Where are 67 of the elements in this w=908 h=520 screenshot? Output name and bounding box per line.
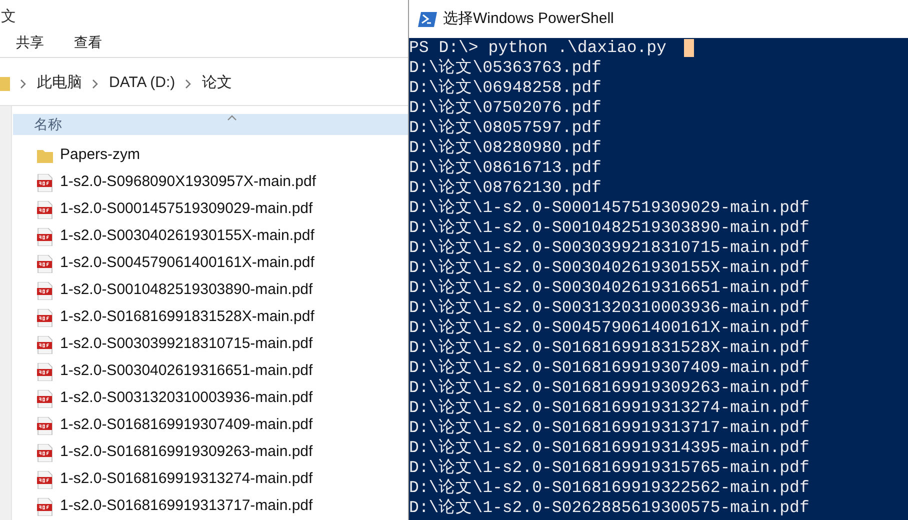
pdf-file-icon: [37, 416, 53, 434]
file-name[interactable]: 1-s2.0-S0030399218310715-main.pdf: [60, 333, 313, 356]
pdf-file-icon: [37, 470, 53, 488]
chevron-icon: [92, 78, 99, 88]
pdf-file-icon: [37, 308, 53, 326]
ribbon-tab[interactable]: 共享: [16, 32, 44, 53]
command-prompt: PS D:\> python .\daxiao.py: [409, 38, 666, 58]
output-line: D:\论文\1-s2.0-S0168169919314395-main.pdf: [409, 438, 810, 458]
output-line: D:\论文\1-s2.0-S003040261930155X-main.pdf: [409, 258, 810, 278]
output-line: D:\论文\1-s2.0-S016816991831528X-main.pdf: [409, 338, 810, 358]
file-name[interactable]: 1-s2.0-S0031320310003936-main.pdf: [60, 387, 313, 410]
pdf-file-icon: [37, 174, 53, 192]
output-line: D:\论文\1-s2.0-S0030399218310715-main.pdf: [409, 238, 810, 258]
output-line: D:\论文\1-s2.0-S0262885619300575-main.pdf: [409, 498, 810, 518]
pdf-file-icon: [37, 282, 53, 300]
pdf-file-icon: [37, 444, 53, 462]
pdf-file-icon: [37, 200, 53, 218]
output-line: D:\论文\1-s2.0-S0030402619316651-main.pdf: [409, 278, 810, 298]
output-line: D:\论文\1-s2.0-S0168169919309263-main.pdf: [409, 378, 810, 398]
pdf-file-icon: [37, 362, 53, 380]
output-line: D:\论文\07502076.pdf: [409, 98, 602, 118]
file-name[interactable]: 1-s2.0-S0168169919313717-main.pdf: [60, 495, 313, 518]
output-line: D:\论文\1-s2.0-S0001457519309029-main.pdf: [409, 198, 810, 218]
window-title: 文: [1, 6, 16, 26]
file-name[interactable]: 1-s2.0-S003040261930155X-main.pdf: [60, 225, 314, 248]
breadcrumb-item[interactable]: DATA (D:): [109, 72, 176, 95]
folder-icon: [37, 148, 53, 162]
powershell-icon: [418, 12, 437, 26]
output-line: D:\论文\1-s2.0-S0168169919307409-main.pdf: [409, 358, 810, 378]
file-name[interactable]: Papers-zym: [60, 144, 140, 167]
text-cursor: [684, 39, 694, 57]
pdf-file-icon: [37, 498, 53, 516]
output-line: D:\论文\1-s2.0-S0168169919322562-main.pdf: [409, 478, 810, 498]
file-name[interactable]: 1-s2.0-S0168169919307409-main.pdf: [60, 414, 313, 437]
output-line: D:\论文\06948258.pdf: [409, 78, 602, 98]
output-line: D:\论文\08280980.pdf: [409, 138, 602, 158]
window-title: 选择Windows PowerShell: [443, 8, 614, 29]
file-name[interactable]: 1-s2.0-S0030402619316651-main.pdf: [60, 360, 313, 383]
file-name[interactable]: 1-s2.0-S016816991831528X-main.pdf: [60, 306, 314, 329]
output-line: D:\论文\08057597.pdf: [409, 118, 602, 138]
pdf-file-icon: [37, 390, 53, 408]
breadcrumb-item[interactable]: 论文: [202, 72, 232, 95]
breadcrumb-item[interactable]: 此电脑: [37, 72, 82, 95]
column-header[interactable]: 名称: [13, 114, 408, 135]
chevron-icon: [185, 78, 192, 88]
ribbon-tab[interactable]: 查看: [74, 32, 102, 53]
pdf-file-icon: [37, 336, 53, 354]
output-line: D:\论文\1-s2.0-S0010482519303890-main.pdf: [409, 218, 810, 238]
sort-caret-icon: [227, 115, 237, 121]
file-name[interactable]: 1-s2.0-S0001457519309029-main.pdf: [60, 198, 313, 221]
output-line: D:\论文\05363763.pdf: [409, 58, 602, 78]
folder-icon: [0, 76, 10, 92]
file-name[interactable]: 1-s2.0-S0168169919313274-main.pdf: [60, 468, 313, 491]
pdf-file-icon: [37, 254, 53, 272]
output-line: D:\论文\1-s2.0-S0168169919313274-main.pdf: [409, 398, 810, 418]
file-name[interactable]: 1-s2.0-S0168169919309263-main.pdf: [60, 441, 313, 464]
pdf-file-icon: [37, 228, 53, 246]
output-line: D:\论文\08762130.pdf: [409, 178, 602, 198]
output-line: D:\论文\1-s2.0-S0168169919313717-main.pdf: [409, 418, 810, 438]
output-line: D:\论文\1-s2.0-S004579061400161X-main.pdf: [409, 318, 810, 338]
output-line: D:\论文\1-s2.0-S0031320310003936-main.pdf: [409, 298, 810, 318]
output-line: D:\论文\08616713.pdf: [409, 158, 602, 178]
chevron-icon: [20, 78, 27, 88]
file-name[interactable]: 1-s2.0-S004579061400161X-main.pdf: [60, 252, 314, 275]
output-line: D:\论文\1-s2.0-S0168169919315765-main.pdf: [409, 458, 810, 478]
file-name[interactable]: 1-s2.0-S0968090X1930957X-main.pdf: [60, 171, 316, 194]
file-name[interactable]: 1-s2.0-S0010482519303890-main.pdf: [60, 279, 313, 302]
